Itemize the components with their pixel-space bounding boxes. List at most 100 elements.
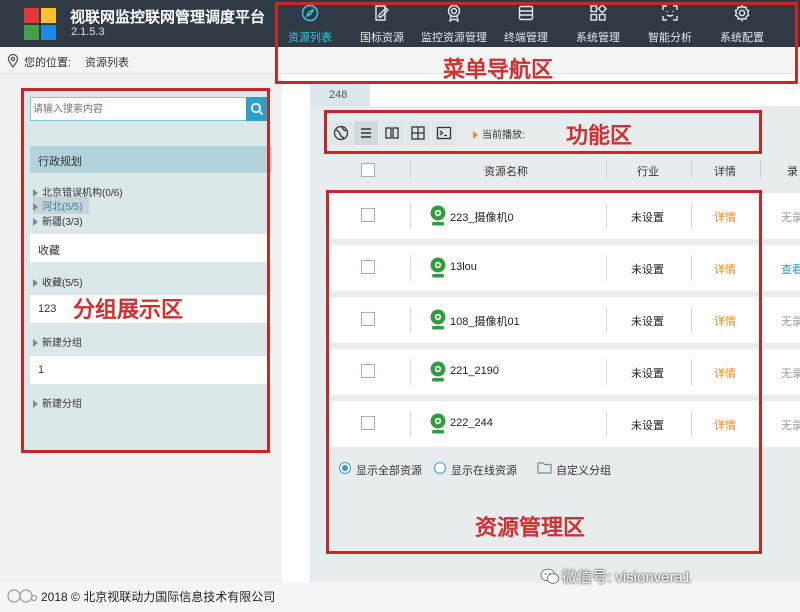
column-divider: [606, 160, 607, 178]
resource-name: 108_摄像机01: [450, 316, 520, 328]
resource-name: 223_摄像机0: [450, 212, 514, 224]
industry-value: 未设置: [631, 264, 664, 276]
search-button[interactable]: [246, 97, 268, 121]
app-version: 2.1.5.3: [71, 26, 105, 38]
caret-right-icon: [33, 400, 38, 408]
nav-item-gb-resource[interactable]: 国标资源: [346, 0, 418, 47]
caret-right-icon: [33, 339, 38, 347]
column-divider: [606, 255, 607, 281]
record-view-link[interactable]: 查看: [781, 261, 800, 277]
terminal-button[interactable]: [432, 121, 456, 145]
main-nav: 资源列表 国标资源 监控资源管理 终端管理 系统管理 智能分析 系统配置: [274, 0, 778, 47]
detail-link[interactable]: 详情: [714, 365, 736, 381]
record-status: 无录: [781, 368, 800, 380]
nav-label: 智能分析: [648, 32, 692, 44]
server-icon: [517, 4, 535, 22]
region-header[interactable]: 行政规划: [30, 146, 272, 173]
resource-name: 222_244: [450, 417, 493, 429]
caret-right-icon: [33, 279, 38, 287]
breadcrumb-current[interactable]: 资源列表: [85, 54, 129, 70]
location-pin-icon: [7, 54, 19, 68]
two-column-button[interactable]: [380, 121, 404, 145]
app-logo: [24, 8, 56, 40]
resource-name: 221_2190: [450, 365, 499, 377]
breadcrumb: 您的位置: 资源列表: [0, 47, 800, 74]
column-divider: [691, 307, 692, 333]
column-divider: [760, 160, 761, 178]
nav-item-system[interactable]: 系统管理: [562, 0, 634, 47]
table-row[interactable]: 108_摄像机01 未设置 详情 无录: [328, 297, 800, 343]
show-all-radio[interactable]: [339, 462, 351, 474]
show-all-label[interactable]: 显示全部资源: [356, 462, 422, 478]
detail-link[interactable]: 详情: [714, 417, 736, 433]
show-online-label[interactable]: 显示在线资源: [451, 462, 517, 478]
custom-group-label[interactable]: 自定义分组: [556, 462, 611, 478]
tree-item-selected[interactable]: 河北(5/5): [33, 197, 89, 214]
group-name-field[interactable]: 1: [30, 356, 272, 384]
nav-item-smart-analysis[interactable]: 智能分析: [634, 0, 706, 47]
tree-item[interactable]: 新建分组: [33, 334, 82, 349]
column-divider: [410, 160, 411, 178]
tree-item[interactable]: 新建分组: [33, 395, 82, 410]
play-arrow-icon: [473, 131, 478, 139]
nav-item-system-config[interactable]: 系统配置: [706, 0, 778, 47]
tree-item[interactable]: 收藏(5/5): [33, 274, 83, 289]
table-row[interactable]: 222_244 未设置 详情 无录: [328, 401, 800, 447]
nav-item-monitor-resource[interactable]: 监控资源管理: [418, 0, 490, 47]
list-icon: [361, 128, 371, 138]
globe-button[interactable]: [329, 121, 353, 145]
row-checkbox[interactable]: [361, 312, 375, 326]
gear-icon: [733, 4, 751, 22]
two-column-icon: [385, 127, 399, 139]
camera-icon: [430, 205, 446, 226]
industry-value: 未设置: [631, 316, 664, 328]
table-row[interactable]: 223_摄像机0 未设置 详情 无录: [328, 193, 800, 239]
copyright-text: 2018 © 北京视联动力国际信息技术有限公司: [41, 590, 276, 604]
search-icon: [250, 102, 264, 116]
column-divider: [691, 411, 692, 437]
column-divider: [606, 203, 607, 229]
edit-doc-icon: [373, 4, 391, 22]
record-status: 无录: [781, 212, 800, 224]
nav-label: 系统配置: [720, 32, 764, 44]
camera-icon: [430, 413, 446, 434]
row-checkbox[interactable]: [361, 260, 375, 274]
region-header-label: 行政规划: [38, 156, 82, 168]
app-title: 视联网监控联网管理调度平台: [70, 9, 266, 26]
table-row[interactable]: 13lou 未设置 详情 查看: [328, 245, 800, 291]
nav-label: 国标资源: [360, 32, 404, 44]
detail-link[interactable]: 详情: [714, 209, 736, 225]
group-annotation-label: 分组展示区: [73, 297, 184, 322]
tree-item[interactable]: 新疆(3/3): [33, 213, 83, 228]
nav-item-terminal[interactable]: 终端管理: [490, 0, 562, 47]
column-divider: [691, 203, 692, 229]
search-box: [30, 97, 268, 121]
table-row[interactable]: 221_2190 未设置 详情 无录: [328, 349, 800, 395]
column-divider: [410, 255, 411, 281]
column-divider: [410, 307, 411, 333]
caret-right-icon: [33, 218, 38, 226]
search-input[interactable]: [33, 100, 245, 118]
group-name-field[interactable]: 收藏: [30, 234, 272, 262]
select-all-checkbox[interactable]: [361, 163, 375, 177]
current-playing-label: 当前播放:: [473, 126, 525, 141]
nav-item-resource-list[interactable]: 资源列表: [274, 0, 346, 47]
show-online-radio[interactable]: [434, 462, 446, 474]
industry-value: 未设置: [631, 368, 664, 380]
wechat-watermark: 微信号: visionvera1: [562, 569, 692, 586]
detail-link[interactable]: 详情: [714, 261, 736, 277]
four-grid-button[interactable]: [406, 121, 430, 145]
row-checkbox[interactable]: [361, 208, 375, 222]
nav-label: 终端管理: [504, 32, 548, 44]
row-checkbox[interactable]: [361, 364, 375, 378]
list-view-button[interactable]: [354, 121, 378, 145]
resource-tab[interactable]: 248: [310, 84, 370, 106]
breadcrumb-prefix: 您的位置:: [24, 57, 72, 69]
menu-annotation-label: 菜单导航区: [443, 57, 554, 82]
folder-icon[interactable]: [537, 461, 552, 474]
function-annotation-label: 功能区: [566, 123, 633, 148]
industry-value: 未设置: [631, 420, 664, 432]
row-checkbox[interactable]: [361, 416, 375, 430]
column-divider: [410, 359, 411, 385]
detail-link[interactable]: 详情: [714, 313, 736, 329]
